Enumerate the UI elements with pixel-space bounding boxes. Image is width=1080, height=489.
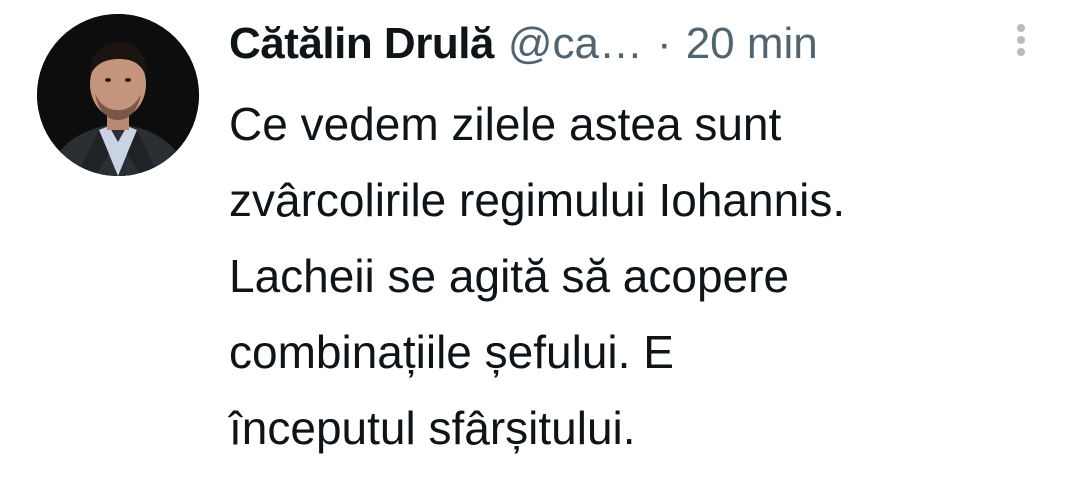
tweet-text-line: combinațiile șefului. E xyxy=(229,326,674,378)
separator-dot: · xyxy=(657,19,672,68)
tweet[interactable]: Cătălin Drulă @ca… · 20 min Ce vedem zil… xyxy=(0,0,1080,489)
tweet-timestamp[interactable]: 20 min xyxy=(686,14,818,74)
author-display-name[interactable]: Cătălin Drulă xyxy=(229,14,494,74)
profile-photo-icon xyxy=(37,14,199,176)
tweet-text-line: Lacheii se agită să acopere xyxy=(229,250,790,302)
author-avatar[interactable] xyxy=(37,14,199,176)
tweet-text: Ce vedem zilele astea sunt zvârcolirile … xyxy=(229,86,1049,466)
tweet-header: Cătălin Drulă @ca… · 20 min xyxy=(229,14,818,74)
tweet-text-line: zvârcolirile regimului Iohannis. xyxy=(229,174,846,226)
author-handle[interactable]: @ca… xyxy=(508,14,643,74)
tweet-text-line: începutul sfârșitului. xyxy=(229,402,636,454)
more-options-vertical-icon[interactable] xyxy=(1006,20,1036,60)
tweet-text-line: Ce vedem zilele astea sunt xyxy=(229,98,782,150)
